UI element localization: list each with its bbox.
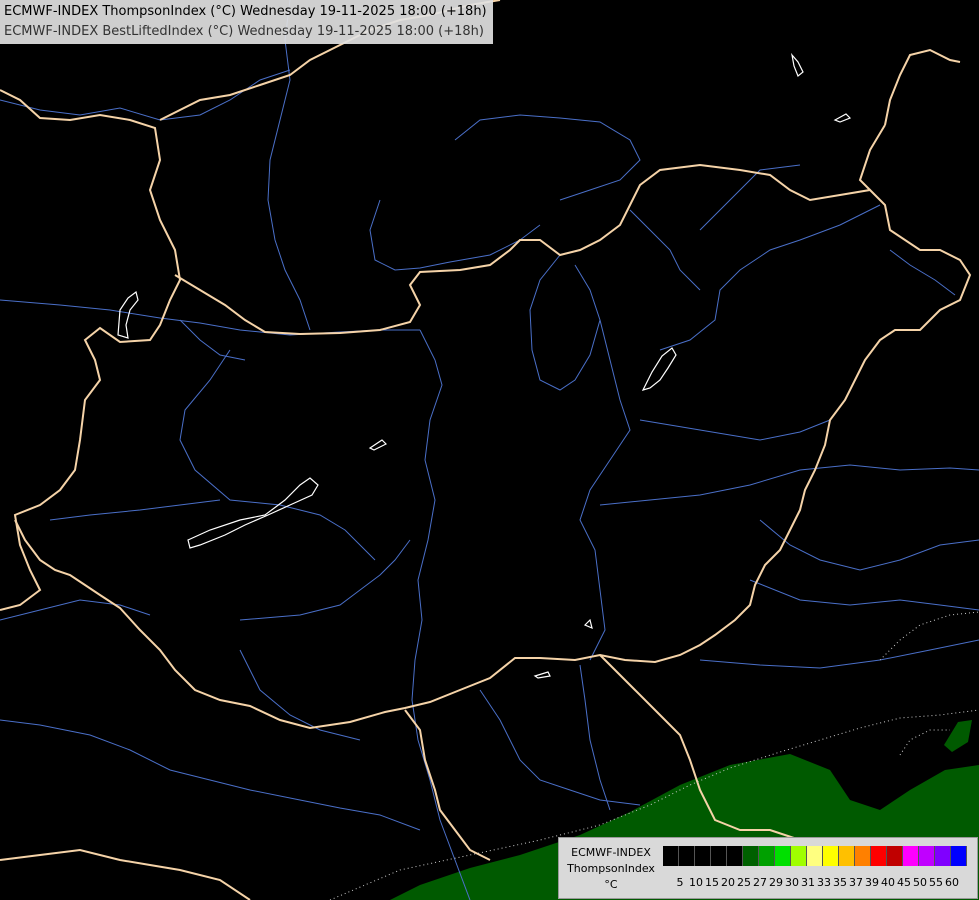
- legend-tick-label: 60: [945, 876, 959, 889]
- legend-swatch: [695, 846, 711, 866]
- map-title-secondary: ECMWF-INDEX BestLiftedIndex (°C) Wednesd…: [4, 24, 484, 39]
- legend-parameter-label: ThompsonIndex: [567, 862, 655, 875]
- legend-swatch: [887, 846, 903, 866]
- legend-unit-label: °C: [604, 878, 618, 891]
- legend-swatch: [679, 846, 695, 866]
- legend-swatch: [903, 846, 919, 866]
- legend-swatch: [951, 846, 967, 866]
- legend-model-label: ECMWF-INDEX: [571, 846, 651, 859]
- legend-swatch: [839, 846, 855, 866]
- legend-swatch: [871, 846, 887, 866]
- map-title-box: ECMWF-INDEX ThompsonIndex (°C) Wednesday…: [0, 0, 493, 44]
- legend-swatch: [807, 846, 823, 866]
- legend-swatch: [855, 846, 871, 866]
- legend-swatches: [663, 846, 967, 866]
- legend-swatch: [775, 846, 791, 866]
- legend-swatch: [823, 846, 839, 866]
- color-legend: ECMWF-INDEX ThompsonIndex °C 5 10 15 20 25 27…: [558, 837, 978, 899]
- legend-swatch: [663, 846, 679, 866]
- legend-swatch: [711, 846, 727, 866]
- map-background: [0, 0, 979, 900]
- legend-swatch: [935, 846, 951, 866]
- weather-map: [0, 0, 979, 900]
- legend-swatch: [759, 846, 775, 866]
- map-title-primary: ECMWF-INDEX ThompsonIndex (°C) Wednesday…: [4, 4, 487, 19]
- legend-swatch: [743, 846, 759, 866]
- legend-swatch: [727, 846, 743, 866]
- legend-swatch: [919, 846, 935, 866]
- legend-swatch: [791, 846, 807, 866]
